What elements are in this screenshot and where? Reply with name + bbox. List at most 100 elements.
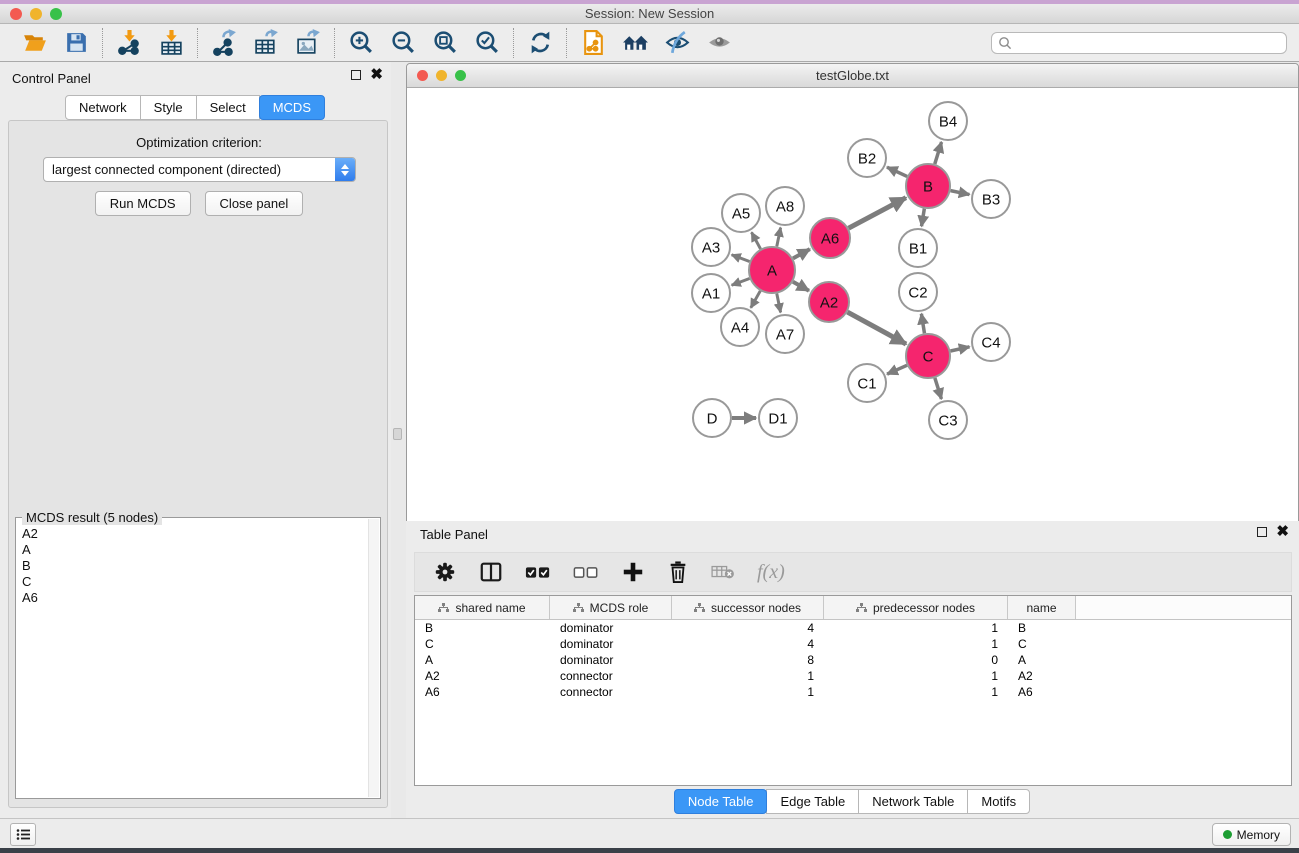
add-column-icon[interactable] bbox=[621, 560, 645, 584]
table-body[interactable]: Bdominator41BCdominator41CAdominator80AA… bbox=[415, 620, 1291, 700]
cell-MCDS-role[interactable]: dominator bbox=[550, 621, 672, 635]
criterion-select[interactable]: largest connected component (directed) bbox=[43, 157, 356, 182]
result-item[interactable]: B bbox=[22, 558, 366, 574]
settings-gear-icon[interactable] bbox=[433, 560, 457, 584]
result-item[interactable]: A bbox=[22, 542, 366, 558]
cell-MCDS-role[interactable]: connector bbox=[550, 685, 672, 699]
cell-MCDS-role[interactable]: dominator bbox=[550, 653, 672, 667]
import-table-icon[interactable] bbox=[157, 29, 185, 57]
close-panel-icon[interactable]: ✖ bbox=[1276, 527, 1289, 537]
search-input[interactable] bbox=[1016, 36, 1286, 50]
refresh-layout-icon[interactable] bbox=[526, 29, 554, 57]
show-hide-panel-icon[interactable] bbox=[705, 29, 733, 57]
edge-C-C1[interactable] bbox=[887, 365, 907, 374]
task-history-button[interactable] bbox=[10, 823, 36, 846]
cell-predecessor-nodes[interactable]: 1 bbox=[824, 637, 1008, 651]
network-from-file-icon[interactable] bbox=[579, 29, 607, 57]
cell-name[interactable]: A6 bbox=[1008, 685, 1076, 699]
tab-motifs[interactable]: Motifs bbox=[967, 789, 1030, 814]
import-network-icon[interactable] bbox=[115, 29, 143, 57]
edge-A2-C[interactable] bbox=[847, 312, 906, 344]
edge-A-A7[interactable] bbox=[777, 294, 781, 313]
edge-C-C2[interactable] bbox=[921, 314, 924, 334]
edge-B-B1[interactable] bbox=[922, 209, 925, 227]
column-header-successor-nodes[interactable]: successor nodes bbox=[672, 596, 824, 619]
table-row[interactable]: A2connector11A2 bbox=[415, 668, 1291, 684]
edge-A-A5[interactable] bbox=[752, 232, 761, 249]
column-header-MCDS-role[interactable]: MCDS role bbox=[550, 596, 672, 619]
node-table[interactable]: shared nameMCDS rolesuccessor nodesprede… bbox=[414, 595, 1292, 786]
cell-name[interactable]: A2 bbox=[1008, 669, 1076, 683]
cell-name[interactable]: A bbox=[1008, 653, 1076, 667]
edge-A-A1[interactable] bbox=[732, 278, 750, 285]
cell-name[interactable]: C bbox=[1008, 637, 1076, 651]
result-item[interactable]: A2 bbox=[22, 526, 366, 542]
edge-A-A4[interactable] bbox=[751, 291, 760, 308]
zoom-selected-icon[interactable] bbox=[473, 29, 501, 57]
divider-grip[interactable] bbox=[393, 428, 402, 440]
tab-node-table[interactable]: Node Table bbox=[674, 789, 768, 814]
tab-mcds[interactable]: MCDS bbox=[259, 95, 325, 120]
edge-B-B3[interactable] bbox=[951, 191, 970, 195]
export-image-icon[interactable] bbox=[294, 29, 322, 57]
zoom-fit-icon[interactable] bbox=[431, 29, 459, 57]
float-panel-icon[interactable] bbox=[351, 70, 361, 80]
export-network-icon[interactable] bbox=[210, 29, 238, 57]
tab-network[interactable]: Network bbox=[65, 95, 141, 120]
result-scrollbar[interactable] bbox=[368, 519, 379, 797]
network-window-titlebar[interactable]: testGlobe.txt bbox=[407, 64, 1298, 88]
save-session-icon[interactable] bbox=[62, 29, 90, 57]
cell-MCDS-role[interactable]: connector bbox=[550, 669, 672, 683]
tab-style[interactable]: Style bbox=[140, 95, 197, 120]
cell-successor-nodes[interactable]: 4 bbox=[672, 621, 824, 635]
close-panel-button[interactable]: Close panel bbox=[205, 191, 304, 216]
delete-column-icon[interactable] bbox=[667, 560, 689, 584]
zoom-out-icon[interactable] bbox=[389, 29, 417, 57]
column-header-predecessor-nodes[interactable]: predecessor nodes bbox=[824, 596, 1008, 619]
cell-predecessor-nodes[interactable]: 1 bbox=[824, 685, 1008, 699]
edge-C-C3[interactable] bbox=[935, 378, 942, 399]
cell-successor-nodes[interactable]: 1 bbox=[672, 685, 824, 699]
table-header-row[interactable]: shared nameMCDS rolesuccessor nodesprede… bbox=[415, 596, 1291, 620]
run-mcds-button[interactable]: Run MCDS bbox=[95, 191, 191, 216]
edge-A6-B[interactable] bbox=[849, 198, 906, 228]
cell-MCDS-role[interactable]: dominator bbox=[550, 637, 672, 651]
cell-predecessor-nodes[interactable]: 1 bbox=[824, 669, 1008, 683]
edge-A-A6[interactable] bbox=[793, 249, 810, 258]
open-file-icon[interactable] bbox=[20, 29, 48, 57]
search-field[interactable] bbox=[991, 32, 1287, 54]
column-header-shared-name[interactable]: shared name bbox=[415, 596, 550, 619]
cell-shared-name[interactable]: A2 bbox=[415, 669, 550, 683]
table-row[interactable]: Cdominator41C bbox=[415, 636, 1291, 652]
cell-successor-nodes[interactable]: 8 bbox=[672, 653, 824, 667]
edge-B-B4[interactable] bbox=[935, 142, 942, 164]
edge-A-A2[interactable] bbox=[793, 282, 809, 291]
tab-network-table[interactable]: Network Table bbox=[858, 789, 968, 814]
zoom-in-icon[interactable] bbox=[347, 29, 375, 57]
network-canvas[interactable]: AA1A2A3A4A5A6A7A8BB1B2B3B4CC1C2C3C4DD1 bbox=[407, 88, 1298, 574]
column-header-name[interactable]: name bbox=[1008, 596, 1076, 619]
cell-shared-name[interactable]: A bbox=[415, 653, 550, 667]
cell-successor-nodes[interactable]: 1 bbox=[672, 669, 824, 683]
cell-name[interactable]: B bbox=[1008, 621, 1076, 635]
edge-A-A8[interactable] bbox=[777, 228, 781, 247]
cell-predecessor-nodes[interactable]: 1 bbox=[824, 621, 1008, 635]
cell-predecessor-nodes[interactable]: 0 bbox=[824, 653, 1008, 667]
result-item[interactable]: C bbox=[22, 574, 366, 590]
table-row[interactable]: Bdominator41B bbox=[415, 620, 1291, 636]
select-all-icon[interactable] bbox=[525, 560, 551, 584]
result-item[interactable]: A6 bbox=[22, 590, 366, 606]
float-panel-icon[interactable] bbox=[1257, 527, 1267, 537]
cell-shared-name[interactable]: C bbox=[415, 637, 550, 651]
edge-A-A3[interactable] bbox=[732, 255, 750, 262]
cybrowser-home-icon[interactable] bbox=[621, 29, 649, 57]
tab-select[interactable]: Select bbox=[196, 95, 260, 120]
deselect-all-icon[interactable] bbox=[573, 560, 599, 584]
table-row[interactable]: A6connector11A6 bbox=[415, 684, 1291, 700]
table-row[interactable]: Adominator80A bbox=[415, 652, 1291, 668]
mcds-result-list[interactable]: A2ABCA6 bbox=[22, 526, 366, 606]
column-visibility-icon[interactable] bbox=[479, 560, 503, 584]
export-table-icon[interactable] bbox=[252, 29, 280, 57]
edge-B-B2[interactable] bbox=[887, 167, 907, 176]
cell-successor-nodes[interactable]: 4 bbox=[672, 637, 824, 651]
